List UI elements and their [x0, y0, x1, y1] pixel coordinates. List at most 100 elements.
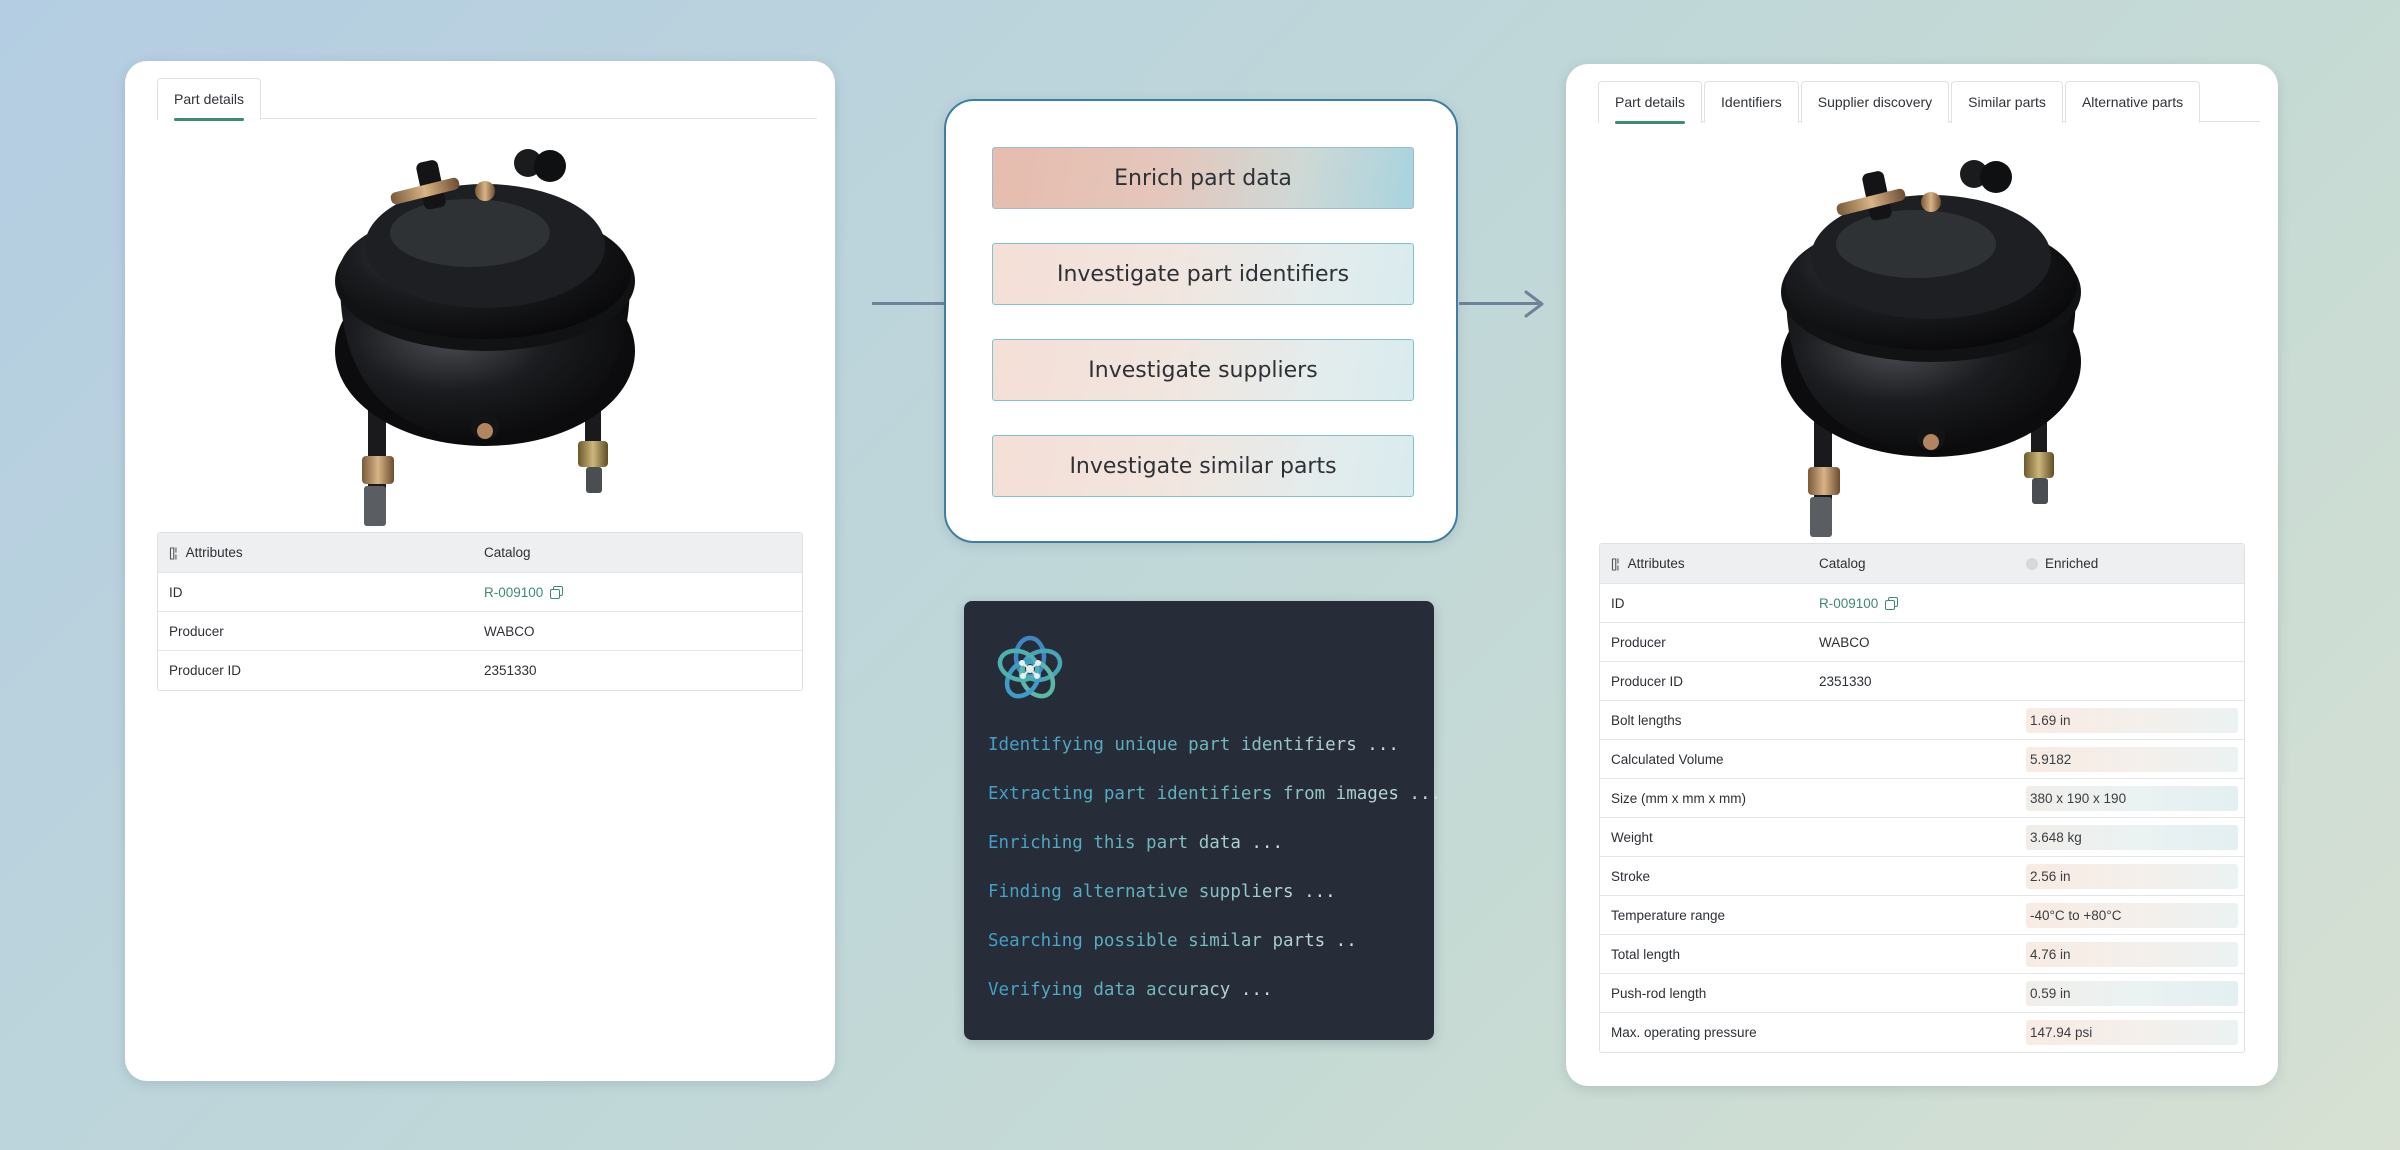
table-row: Bolt lengths 1.69 in: [1600, 701, 2244, 740]
log-line: Identifying unique part identifiers ...: [988, 735, 1399, 755]
part-id-link[interactable]: R-009100: [484, 585, 543, 600]
table-row: Weight 3.648 kg: [1600, 818, 2244, 857]
enriched-value: 2.56 in: [2026, 863, 2238, 889]
row-label: Calculated Volume: [1611, 751, 1724, 767]
log-line: Enriching this part data ...: [988, 833, 1284, 853]
columns-icon[interactable]: []¦: [169, 545, 178, 560]
attributes-table: []¦ Attributes Catalog ID R-009100 Produc…: [157, 532, 803, 691]
tab-part-details[interactable]: Part details: [157, 77, 262, 121]
catalog-value: [1808, 1013, 2018, 1052]
table-row: Stroke 2.56 in: [1600, 857, 2244, 896]
row-label: Temperature range: [1611, 907, 1726, 923]
table-row: ID R-009100: [158, 573, 802, 612]
table-row: Max. operating pressure 147.94 psi: [1600, 1013, 2244, 1052]
part-id-link[interactable]: R-009100: [1819, 596, 1878, 611]
enriched-value: 3.648 kg: [2026, 824, 2238, 850]
tab-bar: Part details Identifiers Supplier discov…: [1598, 80, 2260, 124]
brake-chamber-image: [335, 149, 635, 526]
flow-arrow-in: [872, 302, 945, 305]
part-image: [280, 141, 680, 571]
catalog-value: [1808, 740, 2018, 778]
catalog-value: [1808, 896, 2018, 934]
header-catalog: Catalog: [1819, 556, 1866, 571]
arrow-right-icon: [1524, 290, 1544, 318]
enriched-value: 380 x 190 x 190: [2026, 785, 2238, 811]
row-label: Producer: [169, 623, 224, 639]
table-row: ID R-009100: [1600, 584, 2244, 623]
enriched-value: 0.59 in: [2026, 980, 2238, 1006]
log-line: Extracting part identifiers from images …: [988, 784, 1442, 804]
row-label: Stroke: [1611, 868, 1651, 884]
row-label: Producer ID: [169, 663, 242, 678]
action-panel: Enrich part data Investigate part identi…: [944, 99, 1458, 543]
table-row: Producer WABCO: [1600, 623, 2244, 662]
tab-similar-parts[interactable]: Similar parts: [1951, 80, 2063, 123]
log-line: Searching possible similar parts ..: [988, 931, 1357, 951]
investigate-suppliers-button[interactable]: Investigate suppliers: [992, 339, 1414, 401]
row-label: ID: [169, 584, 183, 600]
row-label: Max. operating pressure: [1611, 1025, 1757, 1040]
header-attributes: Attributes: [185, 545, 243, 560]
part-image: [1726, 152, 2126, 582]
tab-supplier-discovery[interactable]: Supplier discovery: [1800, 80, 1950, 123]
table-row: Push-rod length 0.59 in: [1600, 974, 2244, 1013]
table-row: Producer ID 2351330: [1600, 662, 2244, 701]
enriched-value: 1.69 in: [2026, 707, 2238, 733]
table-header: []¦ Attributes Catalog Enriched: [1600, 544, 2244, 584]
tab-bar: Part details: [157, 77, 817, 121]
row-label: ID: [1611, 595, 1625, 611]
catalog-value: [1808, 857, 2018, 895]
enriched-value: 147.94 psi: [2026, 1020, 2238, 1045]
log-line: Finding alternative suppliers ...: [988, 882, 1336, 902]
catalog-value: 2351330: [484, 663, 537, 678]
enrich-part-data-button[interactable]: Enrich part data: [992, 147, 1414, 209]
catalog-value: WABCO: [1819, 634, 1870, 650]
tab-identifiers[interactable]: Identifiers: [1704, 80, 1799, 123]
enriched-value: -40°C to +80°C: [2026, 902, 2238, 928]
header-attributes: Attributes: [1627, 556, 1685, 571]
catalog-value: [1808, 701, 2018, 739]
progress-log-panel: Identifying unique part identifiers ... …: [964, 601, 1441, 1040]
attributes-table-enriched: []¦ Attributes Catalog Enriched ID R-0091…: [1599, 543, 2245, 1053]
table-row: Total length 4.76 in: [1600, 935, 2244, 974]
row-label: Producer: [1611, 634, 1666, 650]
enriched-value: 4.76 in: [2026, 941, 2238, 967]
enriched-value: [2018, 623, 2244, 661]
header-catalog: Catalog: [484, 545, 531, 560]
table-header: []¦ Attributes Catalog: [158, 533, 802, 573]
catalog-value: [1808, 935, 2018, 973]
table-row: Producer ID 2351330: [158, 651, 802, 690]
catalog-value: [1808, 779, 2018, 817]
table-row: Size (mm x mm x mm) 380 x 190 x 190: [1600, 779, 2244, 818]
catalog-value: 2351330: [1819, 673, 1872, 689]
brake-chamber-image: [1781, 160, 2081, 537]
catalog-value: [1808, 974, 2018, 1012]
table-row: Calculated Volume 5.9182: [1600, 740, 2244, 779]
row-label: Producer ID: [1611, 673, 1684, 689]
enriched-value: 5.9182: [2026, 746, 2238, 772]
catalog-value: [1808, 818, 2018, 856]
table-row: Producer WABCO: [158, 612, 802, 651]
investigate-part-identifiers-button[interactable]: Investigate part identifiers: [992, 243, 1414, 305]
investigate-similar-parts-button[interactable]: Investigate similar parts: [992, 435, 1414, 497]
log-line: Verifying data accuracy ...: [988, 980, 1273, 1000]
enriched-value: [2018, 584, 2244, 622]
row-label: Bolt lengths: [1611, 712, 1682, 728]
table-row: Temperature range -40°C to +80°C: [1600, 896, 2244, 935]
row-label: Push-rod length: [1611, 985, 1707, 1001]
row-label: Total length: [1611, 946, 1681, 962]
copy-icon[interactable]: [1885, 596, 1899, 610]
columns-icon[interactable]: []¦: [1611, 556, 1620, 571]
part-details-card-catalog: Part details []¦ Attributes Catalog ID R…: [125, 61, 835, 1081]
tab-part-details[interactable]: Part details: [1598, 80, 1703, 124]
catalog-value: WABCO: [484, 623, 535, 639]
row-label: Size (mm x mm x mm): [1611, 790, 1746, 806]
part-details-card-enriched: Part details Identifiers Supplier discov…: [1566, 64, 2278, 1086]
row-label: Weight: [1611, 829, 1653, 845]
knot-logo-icon: [997, 635, 1063, 699]
tab-alternative-parts[interactable]: Alternative parts: [2064, 80, 2201, 123]
enriched-status-dot: [2026, 557, 2038, 570]
copy-icon[interactable]: [550, 585, 564, 599]
enriched-value: [2018, 662, 2244, 700]
header-enriched: Enriched: [2045, 556, 2099, 571]
